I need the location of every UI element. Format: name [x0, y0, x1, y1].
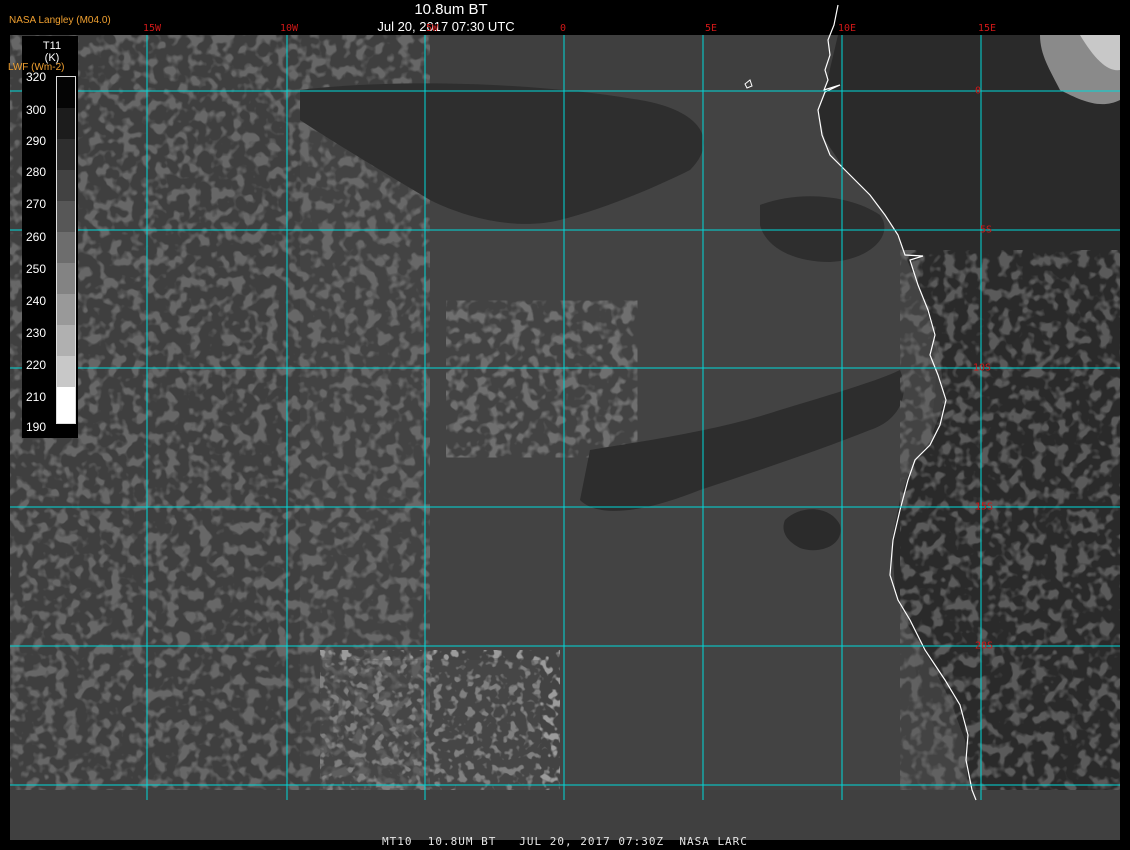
legend-value: 260: [26, 230, 47, 244]
lat-label-15s: 15S: [975, 501, 994, 513]
legend-swatch: [56, 294, 76, 325]
lat-label-10s: 10S: [973, 362, 992, 374]
lon-label-0: 0: [559, 23, 567, 34]
lat-label-5s: 5S: [980, 224, 993, 236]
legend-swatch: [56, 139, 76, 170]
satellite-image-map: [10, 4, 1120, 840]
footer-caption: MT10 10.8UM BT JUL 20, 2017 07:30Z NASA …: [382, 835, 748, 848]
lwf-label: LWF (Wm-2): [8, 62, 65, 73]
lon-label-10e: 10E: [837, 23, 857, 34]
legend-swatch: [56, 325, 76, 356]
legend-swatch: [56, 232, 76, 263]
lon-label-5e: 5E: [704, 23, 718, 34]
image-bottom-strip: [10, 790, 1120, 840]
image-datetime: Jul 20, 2017 07:30 UTC: [377, 19, 515, 34]
legend-swatch: [56, 170, 76, 201]
lon-label-15w: 15W: [142, 23, 162, 34]
legend-value: 300: [26, 103, 47, 117]
lat-label-20s: 20S: [975, 640, 994, 652]
legend-value: 280: [26, 165, 47, 179]
legend-swatch: [56, 201, 76, 232]
lon-label-15e: 15E: [977, 23, 997, 34]
lat-label-0: 0: [975, 85, 982, 97]
legend-title: T11: [42, 40, 62, 52]
legend-value: 210: [26, 390, 47, 404]
legend-swatch: [56, 387, 76, 424]
legend-value: 190: [26, 420, 47, 434]
lon-label-10w: 10W: [279, 23, 299, 34]
legend-value: 240: [26, 294, 47, 308]
legend-swatch: [56, 108, 76, 139]
legend-value: 250: [26, 262, 47, 276]
image-title: 10.8um BT: [414, 1, 488, 18]
legend-value: 220: [26, 358, 47, 372]
agency-label: NASA Langley (M04.0): [9, 15, 111, 26]
warm-clear-base: [320, 660, 540, 790]
legend-value: 290: [26, 134, 47, 148]
lon-label-5w: 5W: [425, 23, 439, 34]
legend-value: 270: [26, 197, 47, 211]
legend-value: 230: [26, 326, 47, 340]
legend-swatch: [56, 263, 76, 294]
legend-swatch: [56, 76, 76, 108]
legend-swatch: [56, 356, 76, 387]
temperature-legend: T11 (K) 320 300 290 280 270 260 250 240 …: [22, 36, 78, 438]
